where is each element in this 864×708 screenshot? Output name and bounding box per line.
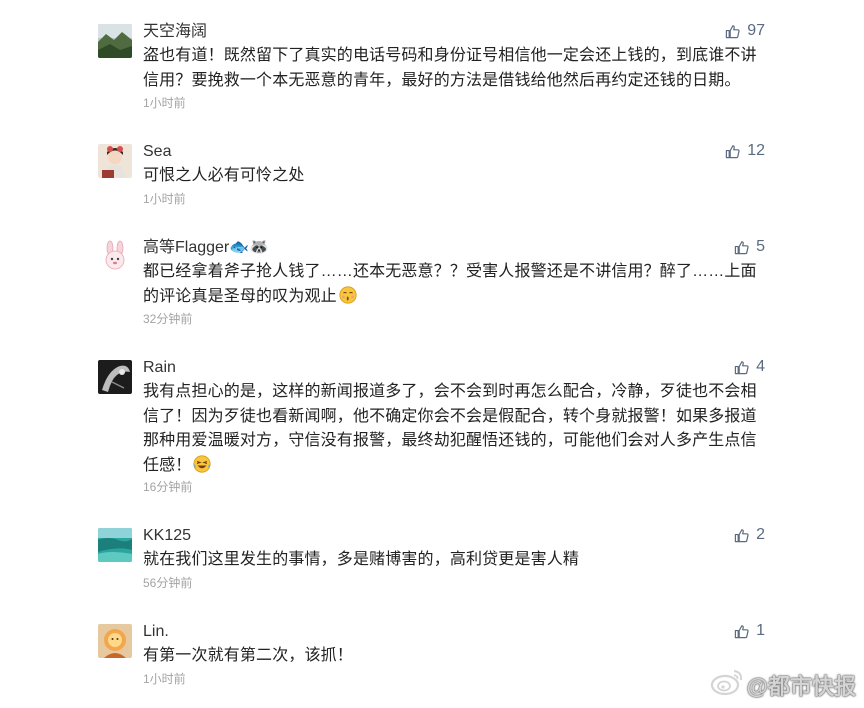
comment-time: 56分钟前 bbox=[143, 576, 193, 590]
thumbs-up-icon bbox=[725, 24, 740, 39]
like-button[interactable]: 97 bbox=[725, 21, 765, 41]
watermark-text: @都市快报 bbox=[746, 674, 856, 699]
comment-text: 就在我们这里发生的事情，多是赌博害的，高利贷更是害人精 bbox=[143, 551, 580, 568]
like-button[interactable]: 4 bbox=[734, 357, 765, 377]
like-button[interactable]: 12 bbox=[725, 141, 765, 161]
comment-text: 盗也有道！既然留下了真实的电话号码和身份证号相信他一定会还上钱的，到底谁不讲信用… bbox=[143, 47, 757, 89]
comment-time: 1小时前 bbox=[143, 96, 186, 110]
username[interactable]: Rain bbox=[143, 358, 176, 378]
username[interactable]: Lin. bbox=[143, 622, 169, 642]
avatar[interactable] bbox=[98, 624, 132, 658]
like-count: 2 bbox=[756, 526, 765, 543]
comment-text: 都已经拿着斧子抢人钱了……还本无恶意？？受害人报警还是不讲信用？醉了……上面的评… bbox=[143, 260, 765, 309]
avatar[interactable] bbox=[98, 24, 132, 58]
thumbs-up-icon bbox=[734, 528, 749, 543]
avatar[interactable] bbox=[98, 360, 132, 394]
thumbs-up-icon bbox=[734, 624, 749, 639]
comment-text: 有第一次就有第二次，该抓！ bbox=[143, 647, 353, 664]
avatar[interactable] bbox=[98, 528, 132, 562]
comment-time: 1小时前 bbox=[143, 672, 186, 686]
watermark: @都市快报 bbox=[710, 668, 856, 702]
like-button[interactable]: 1 bbox=[734, 621, 765, 641]
comment-text-body: 我有点担心的是，这样的新闻报道多了，会不会到时再怎么配合，冷静，歹徒也不会相信了… bbox=[143, 383, 757, 474]
comment-time: 1小时前 bbox=[143, 192, 186, 206]
comment-time: 32分钟前 bbox=[143, 312, 193, 326]
comment-text: 我有点担心的是，这样的新闻报道多了，会不会到时再怎么配合，冷静，歹徒也不会相信了… bbox=[143, 380, 765, 478]
weibo-logo-icon bbox=[710, 668, 744, 702]
laugh-tears-emoji bbox=[193, 454, 212, 473]
username[interactable]: Sea bbox=[143, 142, 171, 162]
like-count: 97 bbox=[747, 22, 765, 39]
thumbs-up-icon bbox=[734, 240, 749, 255]
like-button[interactable]: 2 bbox=[734, 525, 765, 545]
like-button[interactable]: 5 bbox=[734, 237, 765, 257]
username[interactable]: 高等Flagger🐟🦝 bbox=[143, 238, 269, 258]
thumbs-up-icon bbox=[725, 144, 740, 159]
kiss-face-emoji bbox=[339, 285, 357, 304]
comment-time: 16分钟前 bbox=[143, 480, 193, 494]
like-count: 12 bbox=[747, 142, 765, 159]
avatar[interactable] bbox=[98, 144, 132, 178]
like-count: 5 bbox=[756, 238, 765, 255]
comment-text: 可恨之人必有可怜之处 bbox=[143, 167, 305, 184]
comment-text-body: 都已经拿着斧子抢人钱了……还本无恶意？？受害人报警还是不讲信用？醉了……上面的评… bbox=[143, 263, 757, 305]
username[interactable]: KK125 bbox=[143, 526, 191, 546]
avatar[interactable] bbox=[98, 240, 132, 274]
like-count: 4 bbox=[756, 358, 765, 375]
username[interactable]: 天空海阔 bbox=[143, 22, 207, 42]
like-count: 1 bbox=[756, 622, 765, 639]
thumbs-up-icon bbox=[734, 360, 749, 375]
